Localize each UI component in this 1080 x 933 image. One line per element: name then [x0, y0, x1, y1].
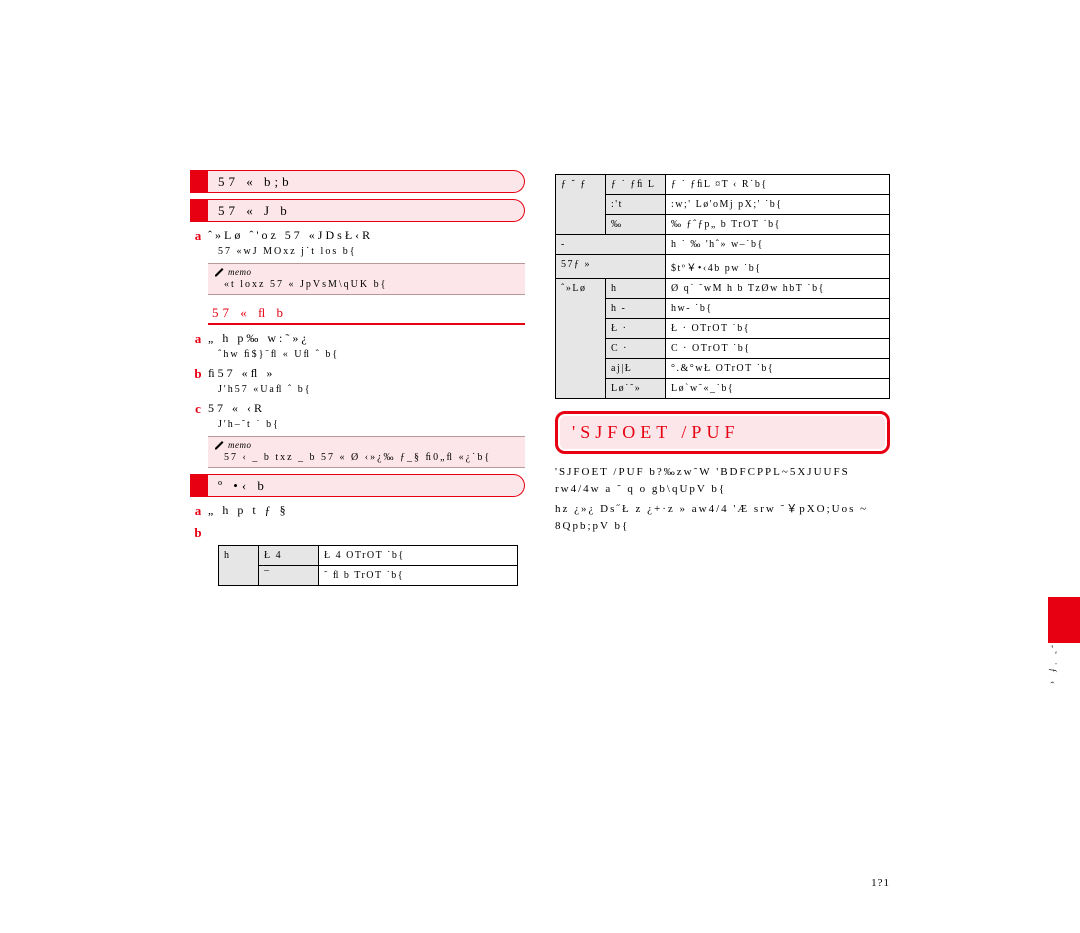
- step-desc: ˆhw ﬁ$}˜ﬂ « Uﬂ ˆ b{: [218, 349, 525, 360]
- table-row: Lø˙˜» Lø`w˜«_˙b{: [556, 379, 890, 399]
- step-d: c 57 « ‹R: [190, 401, 525, 417]
- step-text: „ h p‰ w:˜»¿: [208, 331, 310, 347]
- step-number: b: [190, 366, 208, 382]
- table-row: h Ł 4 Ł 4 OTrOT ˙b{: [219, 546, 518, 566]
- step-number: a: [190, 228, 208, 244]
- body-paragraph: 'SJFOET /PUF b?‰zw˜W 'BDFCPPL~5XJUUFS rw…: [555, 464, 890, 497]
- left-settings-table: h Ł 4 Ł 4 OTrOT ˙b{ ¯ ˜ ﬂ b TrOT ˙b{: [218, 545, 518, 586]
- memo-box-2: memo 57 ‹ _ b txz _ b 57 « Ø ‹»¿‰ ƒ_§ ﬁ0…: [208, 436, 525, 468]
- body-paragraph: hz ¿»¿ Ds˝Ł z ¿+·z » aw4/4 'Æ srw ˜￥pXO;…: [555, 501, 890, 534]
- pencil-icon: [214, 266, 225, 277]
- table-row: C · C · OTrOT ˙b{: [556, 339, 890, 359]
- step-a: a ˆ»Lø ˆ'oz 57 «JDsŁ‹R: [190, 228, 525, 244]
- table-row: :'t :w;' Lø'oMj pX;' ˙b{: [556, 195, 890, 215]
- pencil-icon: [214, 439, 225, 450]
- section-tab-2-label: 57 « J b: [208, 199, 525, 222]
- section-tab-3: º •‹ b: [190, 474, 525, 497]
- step-text: ˆ»Lø ˆ'oz 57 «JDsŁ‹R: [208, 228, 373, 244]
- section-tab-3-label: º •‹ b: [208, 474, 525, 497]
- step-number: a: [190, 331, 208, 347]
- left-column: 57 « b;b 57 « J b a ˆ»Lø ˆ'oz 57 «JDsŁ‹R…: [190, 170, 525, 592]
- right-column: ƒ ˘ ƒ ƒ ˙ ƒﬁ L ƒ ˙ ƒﬁL ¤T ‹ R˙b{ :'t :w;…: [555, 170, 890, 592]
- step-c: b ﬁ57 «ﬂ »: [190, 366, 525, 382]
- memo-header: memo: [208, 437, 525, 450]
- table-row: ‰ ‰ ƒˆƒp„ b TrOT ˙b{: [556, 215, 890, 235]
- step-b: a „ h p‰ w:˜»¿: [190, 331, 525, 347]
- edge-tab-marker: [1048, 597, 1080, 643]
- step-desc: J'h–˜t ˙ b{: [218, 419, 525, 430]
- memo-body: «t loxz 57 « JpVsM\qUK b{: [208, 277, 525, 294]
- step-text: 57 « ‹R: [208, 401, 265, 417]
- step-number: b: [190, 525, 208, 541]
- table-row: ¯ ˜ ﬂ b TrOT ˙b{: [219, 566, 518, 586]
- friends-note-heading: 'SJFOET /PUF: [555, 411, 890, 454]
- edge-tab-label: -˜ ˙ƒ ‹: [1046, 645, 1058, 687]
- memo-header: memo: [208, 264, 525, 277]
- memo-body: 57 ‹ _ b txz _ b 57 « Ø ‹»¿‰ ƒ_§ ﬁ0„ﬂ «¿…: [208, 450, 525, 467]
- step-e: a „ h p t ƒ §: [190, 503, 525, 519]
- subsection-heading: 57 « ﬂ b: [208, 301, 525, 325]
- table-row: aj|Ł °.&°wŁ OTrOT ˙b{: [556, 359, 890, 379]
- step-f: b: [190, 525, 525, 541]
- memo-box-1: memo «t loxz 57 « JpVsM\qUK b{: [208, 263, 525, 295]
- section-tab-1: 57 « b;b: [190, 170, 525, 193]
- table-row: h - hw- ˙b{: [556, 299, 890, 319]
- table-row: - h ˙ ‰ 'hˆ» w–˙b{: [556, 235, 890, 255]
- step-desc: J'h57 «Uaﬂ ˆ b{: [218, 384, 525, 395]
- step-text: ﬁ57 «ﬂ »: [208, 366, 275, 382]
- table-row: Ł · Ł · OTrOT ˙b{: [556, 319, 890, 339]
- step-desc: 57 «wJ MOxz j˙t los b{: [218, 246, 525, 257]
- step-text: „ h p t ƒ §: [208, 503, 289, 519]
- section-tab-1-label: 57 « b;b: [208, 170, 525, 193]
- table-row: 57ƒ » $tº￥•‹4b pw ˙b{: [556, 255, 890, 279]
- step-number: c: [190, 401, 208, 417]
- section-tab-2: 57 « J b: [190, 199, 525, 222]
- page-number: 1?1: [871, 877, 890, 889]
- table-row: ƒ ˘ ƒ ƒ ˙ ƒﬁ L ƒ ˙ ƒﬁL ¤T ‹ R˙b{: [556, 175, 890, 195]
- right-settings-table: ƒ ˘ ƒ ƒ ˙ ƒﬁ L ƒ ˙ ƒﬁL ¤T ‹ R˙b{ :'t :w;…: [555, 174, 890, 399]
- table-row: ˆ»Lø h Ø q˙ ˜wM h b TzØw hbT ˙b{: [556, 279, 890, 299]
- step-number: a: [190, 503, 208, 519]
